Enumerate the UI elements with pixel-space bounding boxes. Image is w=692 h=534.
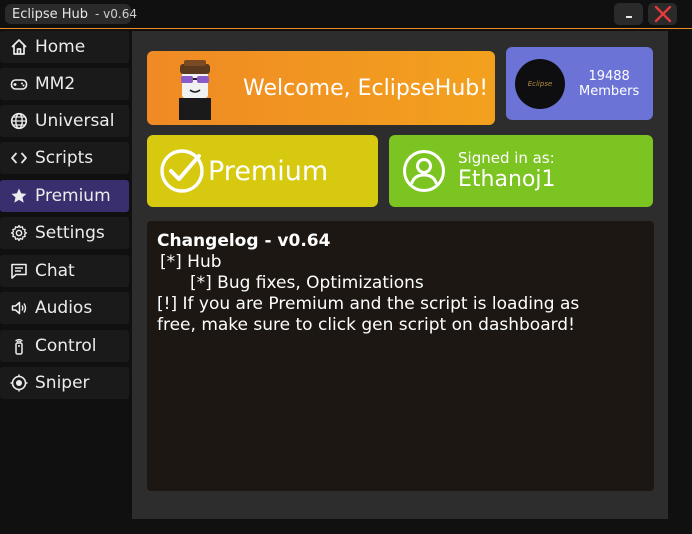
sidebar-item-label: MM2 [35,74,76,94]
chat-icon [8,260,30,282]
changelog-line: [*] Bug fixes, Optimizations [190,273,424,293]
minimize-icon [625,16,632,18]
gamepad-icon [8,73,30,95]
server-logo: Eclipse [515,58,565,109]
welcome-card: Welcome, EclipseHub! [147,51,495,125]
sidebar-item-home[interactable]: Home [0,31,129,63]
sidebar-item-scripts[interactable]: Scripts [0,142,129,174]
changelog-line: [!] If you are Premium and the script is… [157,294,580,314]
premium-card: Premium [147,135,378,207]
globe-icon [8,110,30,132]
changelog-panel: Changelog - v0.64 [*] Hub [*] Bug fixes,… [147,221,654,491]
sidebar-item-label: Sniper [35,373,90,393]
minimize-button[interactable] [614,3,643,25]
changelog-line: [*] Hub [160,252,222,272]
sidebar-item-premium[interactable]: Premium [0,180,129,212]
sidebar-item-label: Premium [35,186,111,206]
sidebar-item-label: Audios [35,298,93,318]
sidebar-item-label: Universal [35,111,115,131]
gear-icon [8,222,30,244]
remote-icon [8,335,30,357]
sidebar-item-label: Chat [35,261,75,281]
changelog-line: free, make sure to click gen script on d… [157,315,575,335]
sidebar-item-label: Settings [35,223,105,243]
server-members-card[interactable]: Eclipse 19488 Members [506,47,653,120]
version-label: - v0.64 [95,7,137,21]
member-count: 19488 Members [579,69,639,99]
sidebar-item-chat[interactable]: Chat [0,255,129,287]
avatar [179,60,211,120]
welcome-text: Welcome, EclipseHub! [243,75,489,101]
star-icon [8,185,30,207]
sidebar-item-mm2[interactable]: MM2 [0,68,129,100]
sidebar-item-control[interactable]: Control [0,330,129,362]
sidebar: Home MM2 Universal Scripts Premium Setti… [0,31,132,534]
signed-in-card: Signed in as: Ethanoj1 [389,135,653,207]
sidebar-item-audios[interactable]: Audios [0,292,129,324]
window-title: Eclipse Hub - v0.64 [5,4,137,24]
target-icon [8,372,30,394]
user-circle-icon [403,150,445,192]
changelog-heading: Changelog - v0.64 [157,231,331,251]
speaker-icon [8,297,30,319]
window-title-text: Eclipse Hub [12,6,89,22]
main-panel: Welcome, EclipseHub! Eclipse 19488 Membe… [132,31,668,519]
close-icon [654,5,671,23]
sidebar-item-sniper[interactable]: Sniper [0,367,129,399]
sidebar-item-label: Home [35,37,86,57]
member-count-label: Members [579,83,640,99]
check-circle-icon [160,149,204,193]
title-divider [0,28,692,29]
title-bar: Eclipse Hub - v0.64 [0,0,692,29]
premium-label: Premium [208,155,329,187]
code-icon [8,147,30,169]
sidebar-item-settings[interactable]: Settings [0,217,129,249]
member-count-value: 19488 [588,68,630,84]
home-icon [8,36,30,58]
username: Ethanoj1 [458,167,556,192]
signed-in-label: Signed in as: [458,149,555,167]
sidebar-item-label: Scripts [35,148,94,168]
sidebar-item-label: Control [35,336,97,356]
sidebar-item-universal[interactable]: Universal [0,105,129,137]
close-button[interactable] [648,3,677,25]
